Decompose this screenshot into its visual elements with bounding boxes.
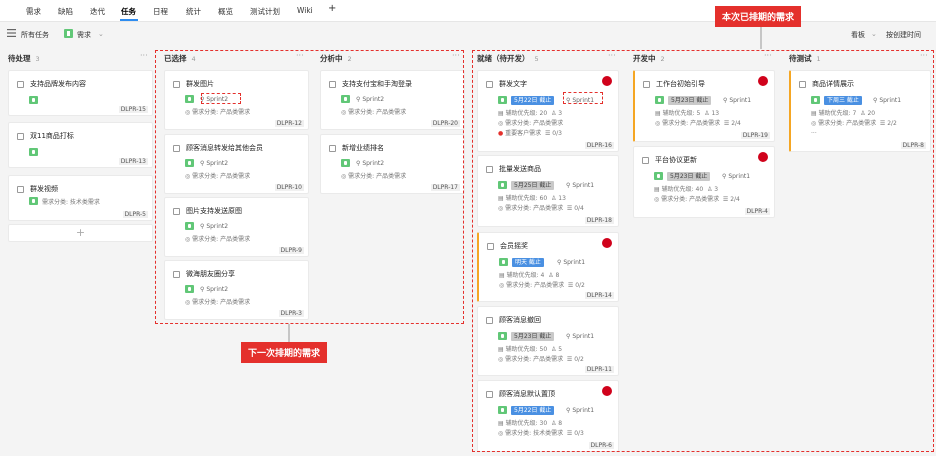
sort-selector[interactable]: 按创建时间 <box>886 30 921 40</box>
card-title: 群发视频 <box>30 185 58 193</box>
tab-stats[interactable]: 统计 <box>186 6 201 17</box>
card-checkbox[interactable] <box>17 81 24 88</box>
task-card[interactable]: 支持品牌发布内容 DLPR-15 <box>8 70 153 116</box>
requirement-icon <box>29 197 38 205</box>
task-card[interactable]: 群发视频 需求分类: 技术类需求 DLPR-5 <box>8 175 153 221</box>
task-card[interactable]: 双11商品打标 DLPR-13 <box>8 122 153 168</box>
chevron-down-icon[interactable]: ⌄ <box>98 30 104 38</box>
column-header-pending: 待处理 3 <box>8 53 40 64</box>
view-selector[interactable]: 看板 <box>851 30 865 40</box>
next-sprint-callout: 下一次排期的需求 <box>241 342 328 363</box>
card-id: DLPR-5 <box>122 211 148 218</box>
card-id: DLPR-13 <box>118 158 148 165</box>
next-sprint-region <box>155 50 464 324</box>
tab-test-plan[interactable]: 测试计划 <box>250 6 280 17</box>
type-selector[interactable]: 需求 <box>77 30 91 40</box>
card-checkbox[interactable] <box>17 186 24 193</box>
all-tasks-filter[interactable]: 所有任务 <box>21 30 49 40</box>
sprint-highlight-box <box>201 93 241 104</box>
column-count: 3 <box>35 55 40 63</box>
tab-tasks[interactable]: 任务 <box>121 6 136 17</box>
current-sprint-callout: 本次已排期的需求 <box>715 6 802 27</box>
tab-overview[interactable]: 概览 <box>218 6 233 17</box>
callout-pointer <box>760 27 762 49</box>
add-tab-button[interactable]: + <box>328 3 336 14</box>
current-sprint-region <box>472 50 934 452</box>
card-checkbox[interactable] <box>17 133 24 140</box>
sprint-highlight-box <box>563 92 603 104</box>
chevron-down-icon[interactable]: ⌄ <box>871 30 877 38</box>
card-title: 支持品牌发布内容 <box>30 80 86 88</box>
card-category: 需求分类: 技术类需求 <box>42 199 100 206</box>
menu-icon[interactable] <box>7 29 16 39</box>
column-title: 待处理 <box>8 54 31 63</box>
callout-pointer <box>288 324 290 342</box>
tab-iterations[interactable]: 迭代 <box>90 6 105 17</box>
tab-requirements[interactable]: 需求 <box>26 6 41 17</box>
requirement-icon <box>29 96 38 104</box>
add-card-button[interactable]: + <box>8 224 153 242</box>
tab-wiki[interactable]: Wiki <box>297 6 313 15</box>
card-title: 双11商品打标 <box>30 132 74 140</box>
requirement-icon <box>29 148 38 156</box>
tab-schedule[interactable]: 日程 <box>153 6 168 17</box>
active-tab-indicator <box>120 19 138 21</box>
requirement-type-icon <box>64 29 73 40</box>
tab-bugs[interactable]: 缺陷 <box>58 6 73 17</box>
column-more-icon[interactable]: ··· <box>140 51 148 60</box>
card-id: DLPR-15 <box>118 106 148 113</box>
